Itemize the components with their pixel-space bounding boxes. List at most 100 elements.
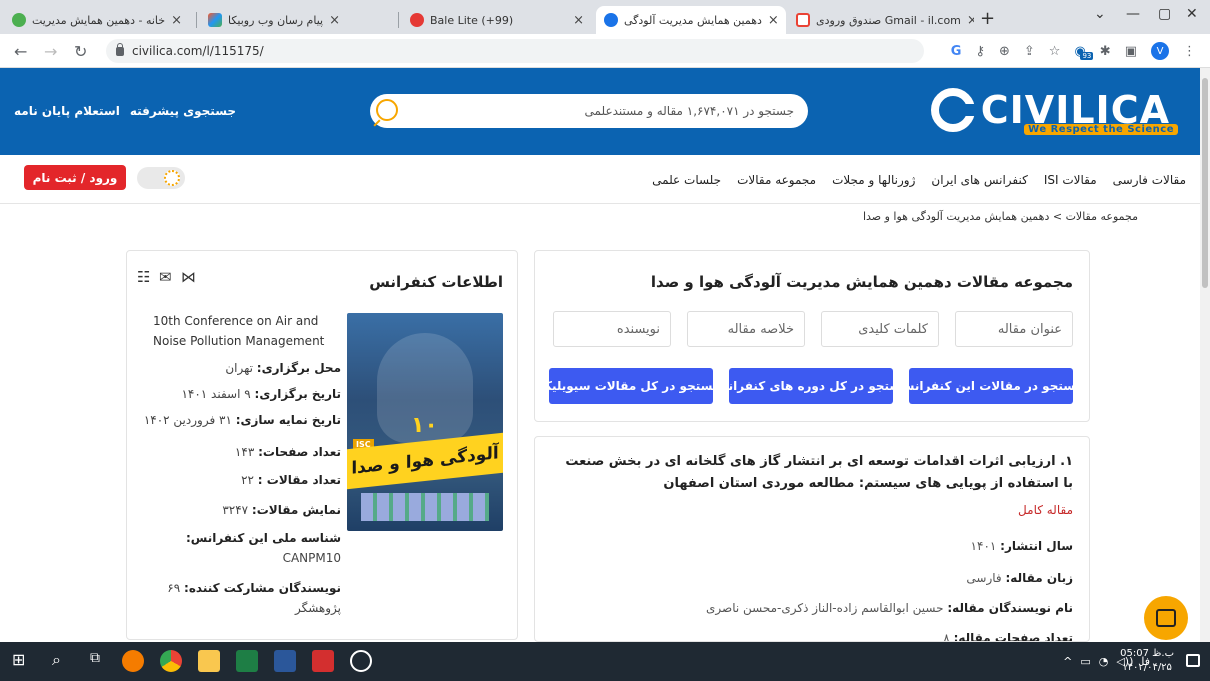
task-view-icon[interactable]: ⧉ bbox=[90, 650, 112, 672]
chat-support-button[interactable] bbox=[1144, 596, 1188, 640]
browser-menu-icon[interactable]: ⋮ bbox=[1183, 44, 1196, 59]
excel-icon[interactable] bbox=[236, 650, 258, 672]
site-favicon-icon bbox=[12, 13, 26, 27]
tab-divider bbox=[398, 12, 399, 28]
article-pages: تعداد صفحات مقاله: ۸ bbox=[943, 631, 1073, 642]
info-date: تاریخ برگزاری: ۹ اسفند ۱۴۰۱ bbox=[181, 387, 341, 401]
list-icon[interactable]: ☷ bbox=[137, 269, 153, 285]
clock-date: ۱۴۰۲/۰۴/۲۵ bbox=[1122, 662, 1172, 673]
share-icon[interactable]: ⇪ bbox=[1024, 44, 1035, 59]
windows-start-icon[interactable]: ⊞ bbox=[12, 650, 34, 672]
close-window-button[interactable]: ✕ bbox=[1186, 6, 1198, 22]
conference-poster[interactable]: ۱۰ ISC آلودگی هوا و صدا bbox=[347, 313, 503, 531]
conference-english-title: 10th Conference on Air and Noise Polluti… bbox=[153, 314, 325, 348]
rubika-icon bbox=[208, 13, 222, 27]
tab-search-icon[interactable]: ⌄ bbox=[1094, 6, 1106, 22]
chrome-icon[interactable] bbox=[160, 650, 182, 672]
site-search-input[interactable]: جستجو در ۱,۶۷۴,۰۷۱ مقاله و مستندعلمی bbox=[370, 94, 808, 128]
acrobat-icon[interactable] bbox=[312, 650, 334, 672]
search-icon[interactable] bbox=[376, 99, 398, 121]
tab-bale[interactable]: Bale Lite (+99) × bbox=[402, 6, 592, 34]
menu-item-iran-conferences[interactable]: کنفرانس های ایران bbox=[931, 173, 1027, 187]
google-translate-icon[interactable]: G bbox=[951, 44, 962, 59]
extensions-puzzle-icon[interactable]: ✱ bbox=[1100, 44, 1111, 59]
media-player-icon[interactable] bbox=[350, 650, 372, 672]
email-icon[interactable]: ✉ bbox=[159, 269, 175, 285]
page-scrollbar[interactable] bbox=[1200, 68, 1210, 642]
url-field[interactable]: civilica.com/l/115175/ bbox=[106, 39, 924, 63]
close-tab-icon[interactable]: × bbox=[329, 13, 340, 28]
info-page-count: تعداد صفحات: ۱۴۳ bbox=[234, 445, 341, 459]
article-card: ۱. ارزیابی اثرات اقدامات توسعه ای بر انت… bbox=[534, 436, 1090, 642]
zoom-icon[interactable]: ⊕ bbox=[999, 44, 1010, 59]
tab-label: دهمین همایش مدیریت آلودگی bbox=[624, 13, 762, 27]
share-nodes-icon[interactable]: ⋈ bbox=[181, 269, 197, 285]
menu-item-journals[interactable]: ژورنالها و مجلات bbox=[832, 173, 915, 187]
conference-info-heading: اطلاعات کنفرانس bbox=[369, 273, 503, 291]
new-tab-button[interactable]: + bbox=[980, 8, 995, 29]
advanced-search-link[interactable]: جستجوی پیشرفته bbox=[130, 104, 236, 118]
forward-icon[interactable]: → bbox=[44, 42, 57, 61]
keywords-search-field[interactable]: کلمات کلیدی bbox=[821, 311, 939, 347]
taskbar-clock[interactable]: 05:07 ب.ظ ۱۴۰۲/۰۴/۲۵ bbox=[1120, 647, 1174, 675]
gmail-icon bbox=[796, 13, 810, 27]
maximize-button[interactable]: ▢ bbox=[1158, 6, 1171, 22]
close-tab-icon[interactable]: × bbox=[967, 13, 974, 28]
word-icon[interactable] bbox=[274, 650, 296, 672]
extension-badge: 93 bbox=[1080, 51, 1094, 60]
info-national-id-label: شناسه ملی این کنفرانس: bbox=[185, 531, 341, 545]
uc-browser-icon[interactable] bbox=[122, 650, 144, 672]
search-all-editions-button[interactable]: جستجو در کل دوره های کنفرانس bbox=[729, 368, 893, 404]
bookmark-star-icon[interactable]: ☆ bbox=[1049, 44, 1061, 59]
close-tab-icon[interactable]: × bbox=[171, 13, 182, 28]
author-search-field[interactable]: نویسنده bbox=[553, 311, 671, 347]
tab-rubika[interactable]: پیام رسان وب روبیکا × bbox=[200, 6, 394, 34]
notifications-icon[interactable] bbox=[1186, 654, 1200, 667]
collection-search-card: مجموعه مقالات دهمین همایش مدیریت آلودگی … bbox=[534, 250, 1090, 422]
main-menu-bar: مقالات فارسی مقالات ISI کنفرانس های ایرا… bbox=[0, 155, 1200, 204]
minimize-button[interactable]: — bbox=[1126, 6, 1140, 22]
article-title-link[interactable]: ۱. ارزیابی اثرات اقدامات توسعه ای بر انت… bbox=[553, 451, 1073, 495]
side-panel-icon[interactable]: ▣ bbox=[1125, 44, 1137, 59]
tab-gmail[interactable]: صندوق ورودی Gmail - il.com × bbox=[788, 6, 974, 34]
login-register-button[interactable]: ورود / ثبت نام bbox=[24, 165, 126, 190]
menu-item-isi-articles[interactable]: مقالات ISI bbox=[1044, 173, 1097, 187]
file-explorer-icon[interactable] bbox=[198, 650, 220, 672]
tab-civilica-active[interactable]: دهمین همایش مدیریت آلودگی × bbox=[596, 6, 786, 34]
back-icon[interactable]: ← bbox=[14, 42, 27, 61]
abstract-search-field[interactable]: خلاصه مقاله bbox=[687, 311, 805, 347]
browser-toolbar-icons: G ⚷ ⊕ ⇪ ☆ ◉ 93 ✱ ▣ V ⋮ bbox=[951, 42, 1196, 60]
search-icon[interactable]: ⌕ bbox=[52, 650, 74, 672]
site-header: CIVILICA We Respect the Science جستجو در… bbox=[0, 68, 1200, 155]
menu-item-scientific-sessions[interactable]: جلسات علمی bbox=[652, 173, 721, 187]
wifi-icon[interactable]: ◔ bbox=[1099, 655, 1109, 668]
article-year: سال انتشار: ۱۴۰۱ bbox=[970, 539, 1073, 553]
info-authors: نویسندگان مشارکت کننده: ۶۹ bbox=[167, 581, 341, 595]
network-icon[interactable]: ▭ bbox=[1080, 655, 1090, 668]
close-tab-icon[interactable]: × bbox=[768, 13, 779, 28]
menu-item-persian-articles[interactable]: مقالات فارسی bbox=[1113, 173, 1186, 187]
article-type-badge: مقاله کامل bbox=[1018, 503, 1073, 517]
tab-label: Bale Lite (+99) bbox=[430, 13, 514, 27]
extension-icon[interactable]: ◉ 93 bbox=[1074, 44, 1094, 60]
tray-chevron-icon[interactable]: ^ bbox=[1063, 655, 1072, 668]
tab-label: صندوق ورودی Gmail - il.com bbox=[816, 13, 961, 27]
menu-item-article-collections[interactable]: مجموعه مقالات bbox=[737, 173, 816, 187]
tab-conference-home[interactable]: خانه - دهمین همایش مدیریت × bbox=[4, 6, 190, 34]
tab-label: پیام رسان وب روبیکا bbox=[228, 13, 324, 27]
info-researcher: پژوهشگر bbox=[294, 601, 341, 615]
profile-avatar[interactable]: V bbox=[1151, 42, 1169, 60]
collection-title: مجموعه مقالات دهمین همایش مدیریت آلودگی … bbox=[650, 273, 1073, 291]
scrollbar-thumb[interactable] bbox=[1202, 78, 1208, 288]
reload-icon[interactable]: ↻ bbox=[74, 42, 87, 61]
thesis-inquiry-link[interactable]: استعلام پایان نامه bbox=[14, 104, 120, 118]
address-bar-row: ← → ↻ civilica.com/l/115175/ G ⚷ ⊕ ⇪ ☆ ◉… bbox=[0, 34, 1210, 68]
info-article-count: تعداد مقالات : ۲۲ bbox=[241, 473, 341, 487]
close-tab-icon[interactable]: × bbox=[573, 13, 584, 28]
search-all-civilica-button[interactable]: جستجو در کل مقالات سیویلیکا bbox=[549, 368, 713, 404]
breadcrumb[interactable]: مجموعه مقالات > دهمین همایش مدیریت آلودگ… bbox=[863, 210, 1138, 223]
search-this-conference-button[interactable]: جستجو در مقالات این کنفرانس bbox=[909, 368, 1073, 404]
password-key-icon[interactable]: ⚷ bbox=[975, 44, 985, 59]
title-search-field[interactable]: عنوان مقاله bbox=[955, 311, 1073, 347]
search-placeholder: جستجو در ۱,۶۷۴,۰۷۱ مقاله و مستندعلمی bbox=[584, 104, 794, 118]
